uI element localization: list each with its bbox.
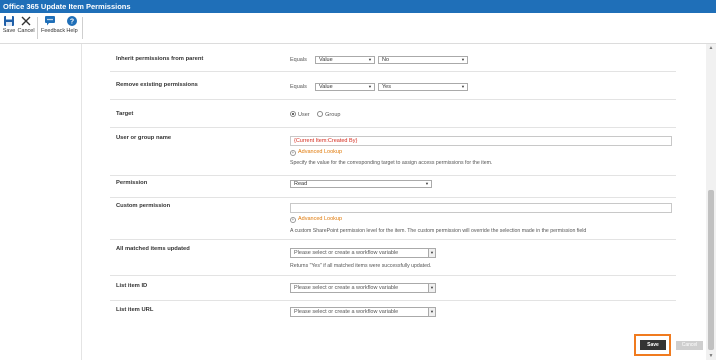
chevron-down-icon: ▼: [368, 57, 372, 62]
chevron-down-icon: ▼: [461, 84, 465, 89]
all-matched-variable-select[interactable]: Please select or create a workflow varia…: [290, 248, 436, 258]
inherit-value: No: [382, 57, 390, 63]
user-or-group-label: User or group name: [116, 135, 172, 141]
list-item-url-label: List item URL: [116, 307, 154, 313]
list-item-id-placeholder: Please select or create a workflow varia…: [294, 285, 399, 291]
permission-value: Read: [294, 181, 308, 187]
user-or-group-row: User or group name {Current Item:Created…: [110, 128, 676, 176]
ribbon-help-button[interactable]: ? Help: [63, 14, 81, 42]
plus-circle-icon: +: [290, 150, 296, 156]
scroll-up-arrow-icon[interactable]: ▲: [706, 44, 716, 52]
list-item-id-row: List item ID Please select or create a w…: [110, 276, 676, 301]
remove-value-select[interactable]: Yes ▼: [378, 83, 468, 91]
ribbon-save-label: Save: [2, 28, 16, 34]
remove-permissions-row: Remove existing permissions Equals Value…: [110, 72, 676, 100]
footer-cancel-button[interactable]: Cancel: [676, 341, 703, 350]
target-label: Target: [116, 111, 134, 117]
left-pane: [0, 44, 82, 360]
target-group-option[interactable]: Group: [317, 111, 340, 118]
user-or-group-input[interactable]: {Current Item:Created By}: [290, 136, 672, 146]
inherit-permissions-row: Inherit permissions from parent Equals V…: [110, 48, 676, 72]
svg-text:?: ?: [70, 19, 74, 26]
ribbon-feedback-label: Feedback: [41, 28, 66, 34]
help-icon: ?: [67, 16, 77, 26]
plus-circle-icon: +: [290, 217, 296, 223]
ribbon-cancel-label: Cancel: [17, 28, 35, 34]
list-item-id-label: List item ID: [116, 283, 148, 289]
chevron-down-icon: ▼: [368, 84, 372, 89]
all-matched-placeholder: Please select or create a workflow varia…: [294, 250, 399, 256]
floppy-disk-icon: [4, 16, 14, 26]
remove-equals-text: Equals: [290, 84, 307, 90]
list-item-id-variable-select[interactable]: Please select or create a workflow varia…: [290, 283, 436, 293]
radio-unselected-icon[interactable]: [317, 111, 324, 117]
list-item-url-row: List item URL Please select or create a …: [110, 301, 676, 327]
radio-selected-icon[interactable]: [290, 111, 296, 117]
vertical-scrollbar[interactable]: ▲ ▼: [706, 44, 716, 360]
chevron-down-icon: ▼: [428, 249, 435, 257]
ribbon-cancel-button[interactable]: Cancel: [17, 14, 35, 42]
custom-permission-help: A custom SharePoint permission level for…: [290, 228, 587, 234]
ribbon-help-label: Help: [66, 28, 78, 34]
remove-permissions-label: Remove existing permissions: [116, 82, 198, 88]
form-panel: Inherit permissions from parent Equals V…: [82, 44, 706, 360]
chevron-down-icon: ▼: [461, 57, 465, 62]
user-or-group-advanced-lookup[interactable]: + Advanced Lookup: [290, 149, 342, 156]
target-row: Target User Group: [110, 100, 676, 128]
remove-operand-select[interactable]: Value ▼: [315, 83, 375, 91]
inherit-operand-select[interactable]: Value ▼: [315, 56, 375, 64]
permission-row: Permission Read ▼: [110, 176, 676, 198]
custom-permission-row: Custom permission + Advanced Lookup A cus…: [110, 198, 676, 240]
custom-permission-advanced-lookup[interactable]: + Advanced Lookup: [290, 216, 342, 223]
footer-save-button[interactable]: Save: [640, 340, 666, 350]
inherit-equals-text: Equals: [290, 57, 307, 63]
scrollbar-thumb[interactable]: [708, 190, 714, 350]
chevron-down-icon: ▼: [428, 308, 435, 316]
ribbon-toolbar: Save Cancel Feedback ? Help: [0, 13, 716, 44]
all-matched-help: Returns "Yes" if all matched items were …: [290, 263, 432, 269]
close-icon: [21, 16, 31, 26]
ribbon-divider: [82, 17, 83, 39]
custom-permission-label: Custom permission: [116, 203, 171, 209]
inherit-operand-value: Value: [319, 57, 333, 63]
target-radio-group: User Group: [290, 111, 340, 118]
remove-value: Yes: [382, 84, 391, 90]
chevron-down-icon: ▼: [425, 181, 429, 186]
window-title: Office 365 Update Item Permissions: [0, 0, 716, 13]
inherit-permissions-label: Inherit permissions from parent: [116, 56, 204, 62]
ribbon-divider: [37, 17, 38, 39]
list-item-url-placeholder: Please select or create a workflow varia…: [294, 309, 399, 315]
user-or-group-help: Specify the value for the corresponding …: [290, 160, 493, 166]
remove-operand-value: Value: [319, 84, 333, 90]
target-user-option[interactable]: User: [290, 111, 310, 118]
scroll-down-arrow-icon[interactable]: ▼: [706, 352, 716, 360]
list-item-url-variable-select[interactable]: Please select or create a workflow varia…: [290, 307, 436, 317]
all-matched-row: All matched items updated Please select …: [110, 240, 676, 276]
permission-label: Permission: [116, 180, 148, 186]
chevron-down-icon: ▼: [428, 284, 435, 292]
permission-select[interactable]: Read ▼: [290, 180, 432, 188]
inherit-value-select[interactable]: No ▼: [378, 56, 468, 64]
all-matched-label: All matched items updated: [116, 246, 190, 252]
ribbon-save-button[interactable]: Save: [0, 14, 18, 42]
custom-permission-input[interactable]: [290, 203, 672, 213]
ribbon-feedback-button[interactable]: Feedback: [41, 14, 66, 42]
speech-bubble-icon: [45, 16, 55, 26]
